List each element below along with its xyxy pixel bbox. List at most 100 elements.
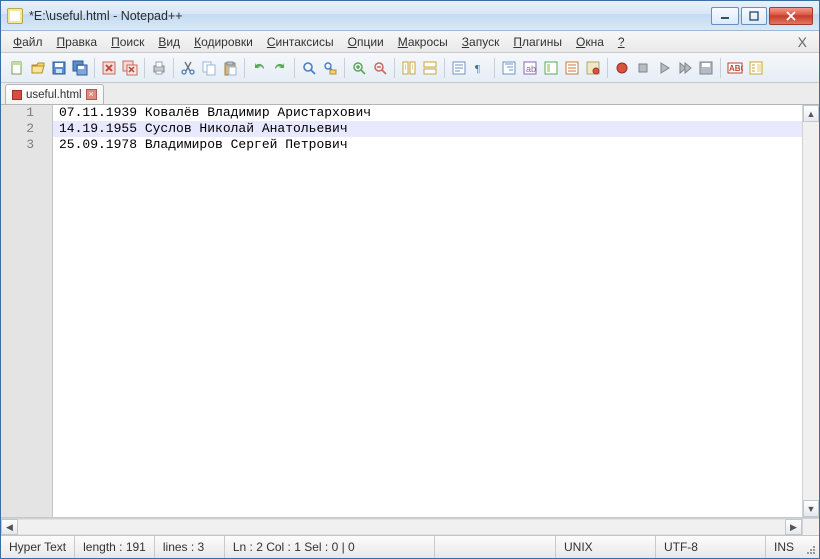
lang-icon: ab xyxy=(522,60,538,76)
save-icon xyxy=(51,60,67,76)
title-bar: *E:\useful.html - Notepad++ xyxy=(1,1,819,31)
doc-map-icon xyxy=(543,60,559,76)
window-title: *E:\useful.html - Notepad++ xyxy=(29,9,711,23)
toolbar-separator xyxy=(444,58,445,78)
record-icon xyxy=(614,60,630,76)
menu-item-6[interactable]: Опции xyxy=(342,33,390,51)
menu-item-3[interactable]: Вид xyxy=(152,33,186,51)
save-macro-icon xyxy=(698,60,714,76)
svg-text:¶: ¶ xyxy=(475,63,480,75)
toolbar-separator xyxy=(344,58,345,78)
stop-button[interactable] xyxy=(633,58,653,78)
close-button[interactable] xyxy=(99,58,119,78)
toolbar-separator xyxy=(607,58,608,78)
doc-list-button[interactable] xyxy=(746,58,766,78)
maximize-button[interactable] xyxy=(741,7,767,25)
sync-v-button[interactable] xyxy=(399,58,419,78)
play-button[interactable] xyxy=(654,58,674,78)
zoom-out-button[interactable] xyxy=(370,58,390,78)
save-button[interactable] xyxy=(49,58,69,78)
toolbar-separator xyxy=(144,58,145,78)
folder-button[interactable] xyxy=(583,58,603,78)
find-button[interactable] xyxy=(299,58,319,78)
menu-item-9[interactable]: Плагины xyxy=(507,33,568,51)
editor: 123 07.11.1939 Ковалёв Владимир Аристарх… xyxy=(1,105,819,518)
sync-h-button[interactable] xyxy=(420,58,440,78)
paste-button[interactable] xyxy=(220,58,240,78)
copy-button[interactable] xyxy=(199,58,219,78)
status-lines: lines : 3 xyxy=(155,536,225,558)
replace-button[interactable] xyxy=(320,58,340,78)
scroll-up-button[interactable]: ▲ xyxy=(803,105,819,122)
hscroll-row: ◀ ▶ xyxy=(1,518,819,535)
menu-item-8[interactable]: Запуск xyxy=(456,33,506,51)
redo-icon xyxy=(272,60,288,76)
all-chars-icon: ¶ xyxy=(472,60,488,76)
toolbar-separator xyxy=(720,58,721,78)
replace-icon xyxy=(322,60,338,76)
new-button[interactable] xyxy=(7,58,27,78)
func-list-button[interactable] xyxy=(562,58,582,78)
status-eol[interactable]: UNIX xyxy=(556,536,656,558)
code-line[interactable]: 14.19.1955 Суслов Николай Анатольевич xyxy=(53,121,802,137)
tab-close-button[interactable]: × xyxy=(86,89,97,100)
code-line[interactable]: 07.11.1939 Ковалёв Владимир Аристархович xyxy=(53,105,802,121)
vertical-scrollbar[interactable]: ▲ ▼ xyxy=(802,105,819,517)
play-multi-button[interactable] xyxy=(675,58,695,78)
tab-label: useful.html xyxy=(26,89,82,101)
undo-button[interactable] xyxy=(249,58,269,78)
sync-v-icon xyxy=(401,60,417,76)
status-bar: Hyper Text length : 191 lines : 3 Ln : 2… xyxy=(1,535,819,558)
window-close-button[interactable] xyxy=(769,7,813,25)
horizontal-scrollbar[interactable]: ◀ ▶ xyxy=(1,519,802,535)
code-line[interactable]: 25.09.1978 Владимиров Сергей Петрович xyxy=(53,137,802,153)
menu-item-7[interactable]: Макросы xyxy=(392,33,454,51)
toolbar-separator xyxy=(244,58,245,78)
indent-guide-button[interactable] xyxy=(499,58,519,78)
zoom-in-button[interactable] xyxy=(349,58,369,78)
resize-grip[interactable] xyxy=(802,536,819,558)
minimize-button[interactable] xyxy=(711,7,739,25)
indent-guide-icon xyxy=(501,60,517,76)
status-length: length : 191 xyxy=(75,536,155,558)
status-encoding[interactable]: UTF-8 xyxy=(656,536,766,558)
line-number: 3 xyxy=(1,137,52,153)
toolbar-separator xyxy=(173,58,174,78)
menu-item-5[interactable]: Синтаксисы xyxy=(261,33,340,51)
menu-item-10[interactable]: Окна xyxy=(570,33,610,51)
print-button[interactable] xyxy=(149,58,169,78)
menu-close-doc-button[interactable]: X xyxy=(792,34,813,50)
tab-useful-html[interactable]: useful.html × xyxy=(5,84,104,104)
tab-bar: useful.html × xyxy=(1,83,819,105)
close-all-icon xyxy=(122,60,138,76)
scroll-right-button[interactable]: ▶ xyxy=(785,519,802,535)
svg-text:ABC: ABC xyxy=(729,64,743,73)
record-button[interactable] xyxy=(612,58,632,78)
status-overwrite[interactable]: INS xyxy=(766,536,802,558)
zoom-in-icon xyxy=(351,60,367,76)
status-position: Ln : 2 Col : 1 Sel : 0 | 0 xyxy=(225,536,435,558)
code-area[interactable]: 07.11.1939 Ковалёв Владимир Аристархович… xyxy=(53,105,802,517)
all-chars-button[interactable]: ¶ xyxy=(470,58,490,78)
hscroll-track[interactable] xyxy=(18,519,785,535)
scroll-left-button[interactable]: ◀ xyxy=(1,519,18,535)
stop-icon xyxy=(635,60,651,76)
menu-item-4[interactable]: Кодировки xyxy=(188,33,259,51)
redo-button[interactable] xyxy=(270,58,290,78)
save-macro-button[interactable] xyxy=(696,58,716,78)
close-all-button[interactable] xyxy=(120,58,140,78)
doc-map-button[interactable] xyxy=(541,58,561,78)
save-all-button[interactable] xyxy=(70,58,90,78)
menu-item-11[interactable]: ? xyxy=(612,33,631,51)
scroll-down-button[interactable]: ▼ xyxy=(803,500,819,517)
open-button[interactable] xyxy=(28,58,48,78)
wrap-button[interactable] xyxy=(449,58,469,78)
menu-item-0[interactable]: Файл xyxy=(7,33,49,51)
lang-button[interactable]: ab xyxy=(520,58,540,78)
menu-item-1[interactable]: Правка xyxy=(51,33,104,51)
copy-icon xyxy=(201,60,217,76)
menu-item-2[interactable]: Поиск xyxy=(105,33,150,51)
spell-button[interactable]: ABC xyxy=(725,58,745,78)
cut-button[interactable] xyxy=(178,58,198,78)
line-number: 2 xyxy=(1,121,52,137)
